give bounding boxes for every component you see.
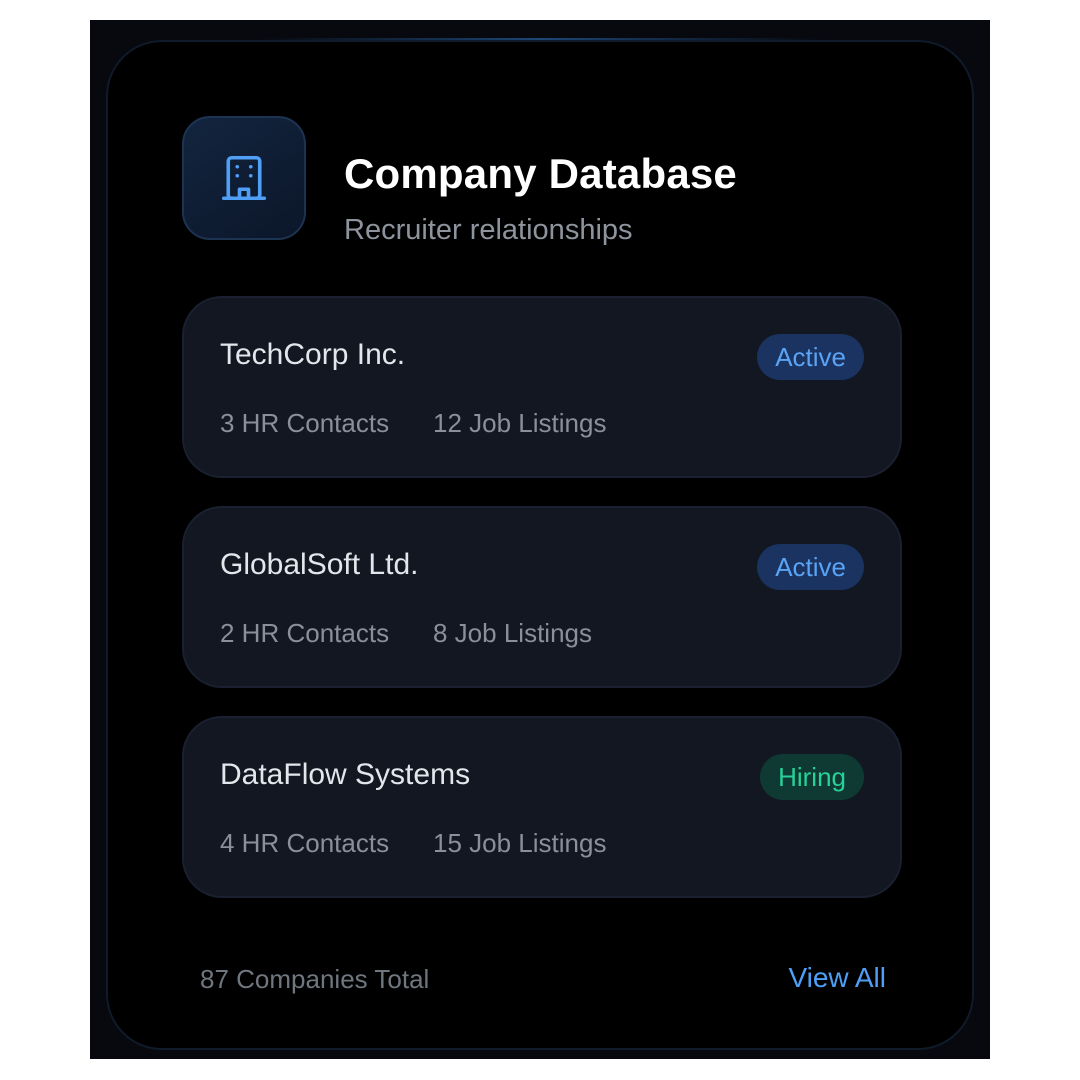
company-card-techcorp[interactable]: TechCorp Inc. Active 3 HR Contacts 12 Jo…	[182, 296, 902, 478]
hr-contacts-count: 3 HR Contacts	[220, 408, 390, 438]
status-badge: Active	[757, 334, 864, 380]
company-name: GlobalSoft Ltd.	[220, 548, 419, 581]
building-icon	[182, 116, 306, 240]
status-badge: Active	[757, 544, 864, 590]
status-badge: Hiring	[760, 754, 864, 800]
company-card-dataflow[interactable]: DataFlow Systems Hiring 4 HR Contacts 15…	[182, 716, 902, 898]
companies-total: 87 Companies Total	[200, 964, 430, 994]
page-subtitle: Recruiter relationships	[344, 214, 633, 246]
hr-contacts-count: 4 HR Contacts	[220, 828, 390, 858]
view-all-link[interactable]: View All	[788, 962, 886, 994]
job-listings-count: 15 Job Listings	[433, 828, 607, 858]
widget-frame: Company Database Recruiter relationships…	[90, 20, 990, 1059]
company-database-card: Company Database Recruiter relationships…	[106, 40, 974, 1050]
job-listings-count: 12 Job Listings	[433, 408, 607, 438]
page-title: Company Database	[344, 150, 737, 197]
job-listings-count: 8 Job Listings	[433, 618, 592, 648]
hr-contacts-count: 2 HR Contacts	[220, 618, 390, 648]
company-card-globalsoft[interactable]: GlobalSoft Ltd. Active 2 HR Contacts 8 J…	[182, 506, 902, 688]
company-name: DataFlow Systems	[220, 758, 471, 791]
company-name: TechCorp Inc.	[220, 338, 406, 371]
